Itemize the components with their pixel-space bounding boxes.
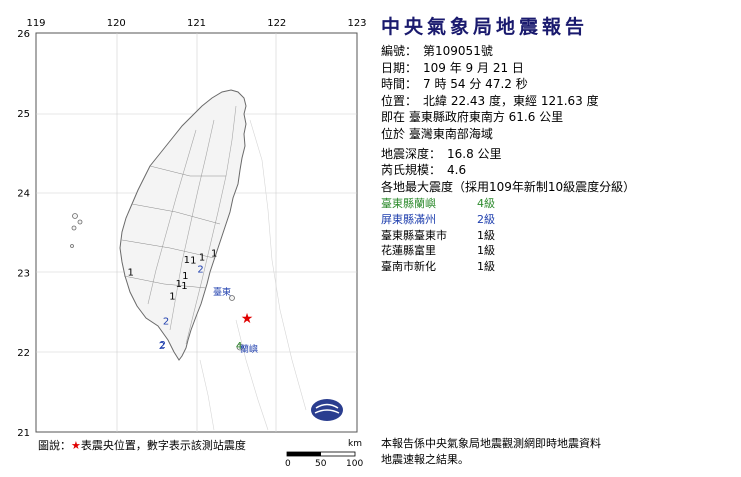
intensity-row: 屏東縣滿州 2級 (381, 212, 736, 228)
footer-line-2: 地震速報之結果。 (381, 452, 469, 466)
intensity-area: 屏東縣滿州 (381, 212, 436, 226)
report-region: 位於 臺灣東南部海域 (381, 126, 493, 141)
epicenter-star: ★ (241, 311, 254, 327)
station-intensity-label: 1 (199, 252, 205, 263)
station-intensity-label: 1 (128, 268, 134, 279)
intensity-level: 4級 (477, 197, 495, 211)
lat-tick-label: 24 (17, 189, 30, 200)
legend-text: 表震央位置，數字表示該測站震度 (80, 439, 246, 452)
cwb-logo (311, 399, 343, 421)
scale-bar: km 0 50 100 (285, 439, 363, 469)
longitude-ticks: 119 120 121 122 123 (26, 18, 366, 29)
lon-tick-label: 123 (347, 18, 366, 29)
scale-tick-50: 50 (315, 459, 327, 469)
intensity-map: 119 120 121 122 123 262524232221 11 1 1 1111122… (17, 18, 366, 469)
station-intensity-label: 2 (159, 341, 165, 352)
map-panel: 119 120 121 122 123 26 25 24 23 22 21 11111111122… (0, 0, 370, 477)
station-intensity-label: 1 (182, 271, 188, 282)
lat-tick-label: 21 (17, 428, 30, 439)
report-position: 位置： 北緯 22.43 度，東經 121.63 度 (381, 93, 599, 108)
station-intensity-label: 1 (181, 281, 187, 292)
map-legend: 圖說：★表震央位置，數字表示該測站震度 (38, 437, 246, 453)
report-date: 日期： 109 年 9 月 21 日 (381, 60, 524, 75)
intensity-table: 臺東縣蘭嶼 4級 屏東縣滿州 2級 臺東縣臺東市 1級 花蓮縣富里 1級 臺南市新化 1級 (381, 196, 736, 274)
report-time: 時間： 7 時 54 分 47.2 秒 (381, 77, 528, 92)
intensity-area: 臺東縣臺東市 (381, 228, 447, 242)
report-title: 中央氣象局地震報告 (381, 16, 589, 38)
legend-prefix: 圖說： (38, 439, 71, 452)
intensity-level: 1級 (477, 259, 495, 273)
intensity-header: 各地最大震度（採用109年新制10級震度分級） (381, 179, 636, 194)
scale-tick-100: 100 (346, 459, 363, 469)
lon-tick-label: 119 (26, 18, 45, 29)
legend-star: ★ (71, 439, 81, 452)
lon-tick-label: 120 (107, 18, 126, 29)
lat-tick-label: 22 (17, 348, 30, 359)
station-intensity-label: 2 (197, 264, 203, 275)
report-footer: 本報告係中央氣象局地震觀測網即時地震資料 地震速報之結果。 (381, 436, 731, 467)
intensity-row: 臺東縣臺東市 1級 (381, 228, 736, 244)
station-intensity-label: 1 (169, 292, 175, 303)
station-intensity-label: 1 (184, 255, 190, 266)
footer-line-1: 本報告係中央氣象局地震觀測網即時地震資料 (381, 437, 601, 450)
earthquake-report: 中央氣象局地震報告 編號： 第109051號 日期： 109 年 9 月 21 日 … (381, 12, 736, 274)
latitude-ticks: 26 25 24 23 22 21 (17, 29, 30, 439)
report-depth: 地震深度： 16.8 公里 (381, 146, 502, 161)
station-intensity-label: 1 (190, 256, 196, 267)
station-intensity-label: 2 (163, 316, 169, 327)
station-intensity-label: 1 (211, 248, 217, 259)
scale-tick-0: 0 (285, 459, 291, 469)
report-number: 編號： 第109051號 (381, 44, 493, 58)
place-label-taitung: 臺東 (213, 286, 231, 298)
lon-tick-label: 122 (267, 18, 286, 29)
place-label-lanyu: 蘭嶼 (240, 343, 258, 355)
lon-tick-label: 121 (187, 18, 206, 29)
intensity-level: 1級 (477, 244, 495, 258)
scale-unit: km (348, 439, 362, 449)
intensity-row: 臺南市新化 1級 (381, 259, 736, 275)
intensity-level: 2級 (477, 212, 495, 226)
intensity-area: 臺東縣蘭嶼 (381, 197, 436, 211)
lat-tick-label: 26 (17, 29, 30, 40)
report-located: 即在 臺東縣政府東南方 61.6 公里 (381, 110, 564, 125)
lat-tick-label: 23 (17, 268, 30, 279)
lat-tick-label: 25 (17, 109, 30, 120)
intensity-area: 臺南市新化 (381, 259, 436, 273)
report-magnitude: 芮氏規模： 4.6 (381, 163, 467, 178)
intensity-row: 臺東縣蘭嶼 4級 (381, 196, 736, 212)
intensity-area: 花蓮縣富里 (381, 244, 436, 258)
intensity-level: 1級 (477, 228, 495, 242)
intensity-row: 花蓮縣富里 1級 (381, 243, 736, 259)
